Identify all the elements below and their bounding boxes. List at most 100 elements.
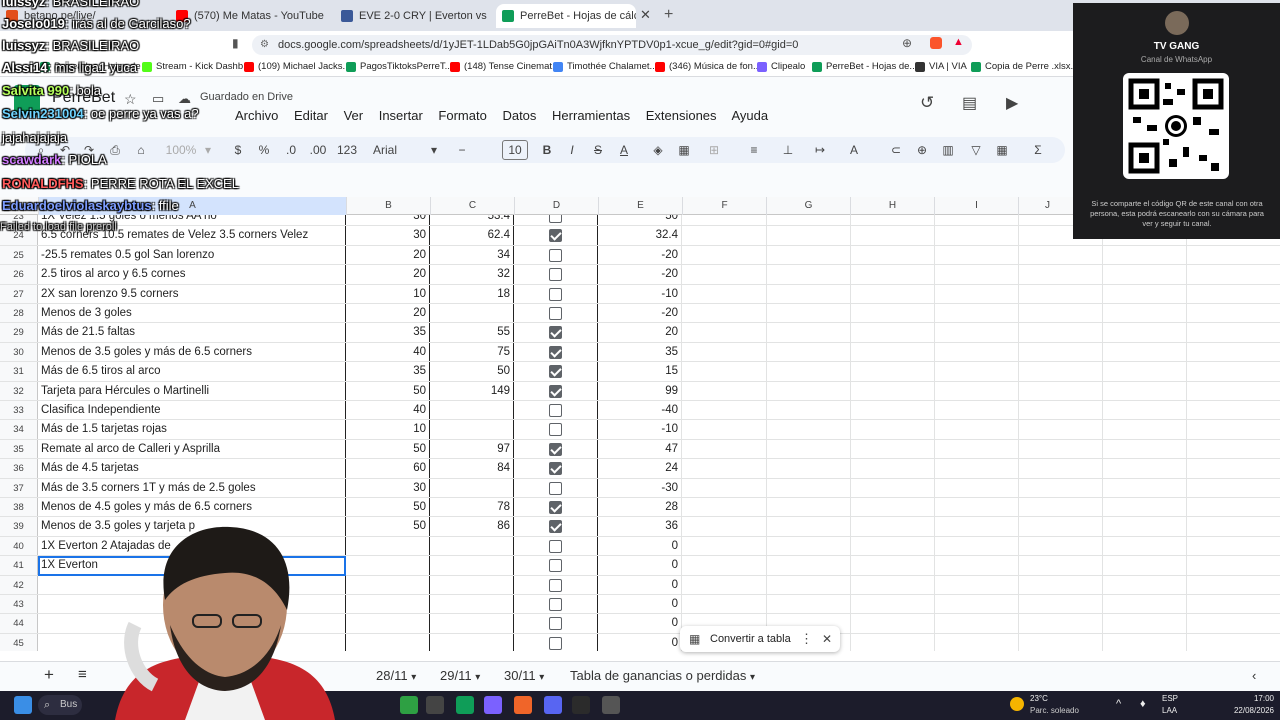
comment-icon[interactable]: ⊕	[915, 141, 929, 159]
row-number[interactable]: 32	[0, 381, 38, 400]
bold-icon[interactable]: B	[540, 141, 554, 159]
table-icon[interactable]: ▦	[995, 141, 1009, 159]
new-tab-icon[interactable]: +	[664, 6, 673, 24]
cell-profit[interactable]: -10	[598, 284, 682, 303]
cell-return[interactable]	[430, 401, 514, 420]
cell-bet-description[interactable]: Menos de 4.5 goles y más de 6.5 corners	[38, 498, 346, 517]
cell-bet-description[interactable]: Más de 3.5 corners 1T y más de 2.5 goles	[38, 478, 346, 497]
close-tab-icon[interactable]: ✕	[640, 8, 651, 22]
functions-icon[interactable]: Σ	[1031, 141, 1045, 159]
cell-return[interactable]	[430, 304, 514, 323]
cell-profit[interactable]: -10	[598, 420, 682, 439]
cell-return[interactable]: 62.4	[430, 226, 514, 245]
cell-won[interactable]	[514, 459, 598, 478]
cell-won[interactable]	[514, 556, 598, 575]
bookmark-item[interactable]: Timothée Chalamet...	[553, 59, 657, 75]
align-icon[interactable]: ≡	[747, 141, 761, 159]
checkbox[interactable]	[549, 384, 562, 398]
cell-stake[interactable]: 50	[346, 439, 430, 459]
column-header-j[interactable]: J	[1018, 197, 1076, 215]
cell-stake[interactable]: 10	[346, 284, 430, 303]
checkbox[interactable]	[549, 287, 562, 301]
cell-profit[interactable]: 50	[598, 215, 682, 226]
cell-stake[interactable]: 30	[346, 478, 430, 497]
obs-icon[interactable]	[602, 696, 620, 714]
app-icon[interactable]	[572, 696, 590, 714]
checkbox[interactable]	[549, 462, 562, 476]
cell-stake[interactable]: 30	[346, 226, 430, 245]
cell-won[interactable]	[514, 245, 598, 265]
checkbox[interactable]	[549, 229, 562, 243]
collapse-icon[interactable]: ‹	[1252, 668, 1256, 683]
cell-bet-description[interactable]: Más de 6.5 tiros al arco	[38, 362, 346, 381]
cell-bet-description[interactable]: Más de 21.5 faltas	[38, 323, 346, 342]
chart-icon[interactable]: ▥	[941, 141, 955, 159]
checkbox[interactable]	[549, 481, 562, 495]
cell-bet-description[interactable]: Más de 1.5 tarjetas rojas	[38, 420, 346, 439]
start-icon[interactable]	[14, 696, 32, 714]
checkbox[interactable]	[549, 578, 562, 592]
cell-won[interactable]	[514, 342, 598, 362]
row-number[interactable]: 39	[0, 517, 38, 536]
app-icon[interactable]	[484, 696, 502, 714]
cell-won[interactable]	[514, 614, 598, 633]
checkbox[interactable]	[549, 404, 562, 417]
italic-icon[interactable]: I	[565, 141, 579, 159]
cell-return[interactable]: 97	[430, 439, 514, 459]
checkbox[interactable]	[549, 539, 562, 553]
clock-time[interactable]: 17:00	[1228, 694, 1274, 703]
row-number[interactable]: 42	[0, 575, 38, 594]
cell-won[interactable]	[514, 284, 598, 303]
column-header-d[interactable]: D	[514, 197, 598, 215]
row-number[interactable]: 34	[0, 420, 38, 439]
cell-stake[interactable]: 50	[346, 498, 430, 517]
cell-won[interactable]	[514, 498, 598, 517]
text-wrap-icon[interactable]: ↦	[813, 141, 827, 159]
row-number[interactable]: 27	[0, 284, 38, 303]
row-number[interactable]: 45	[0, 633, 38, 651]
cell-stake[interactable]: 20	[346, 245, 430, 265]
add-sheet-icon[interactable]: +	[44, 665, 54, 685]
cell-won[interactable]	[514, 226, 598, 245]
cell-won[interactable]	[514, 362, 598, 381]
menu-extensiones[interactable]: Extensiones	[646, 108, 717, 123]
sheet-tab[interactable]: Tabla de ganancias o perdidas ▾	[570, 668, 755, 683]
sheet-tab[interactable]: 30/11 ▾	[504, 668, 544, 683]
filter-icon[interactable]: ▽	[969, 141, 983, 159]
row-number[interactable]: 30	[0, 342, 38, 362]
cell-profit[interactable]: 0	[598, 595, 682, 614]
cell-stake[interactable]: 35	[346, 362, 430, 381]
brave-rewards-icon[interactable]: ▲	[953, 36, 964, 48]
merge-cells-icon[interactable]: ⊞	[707, 141, 721, 159]
checkbox[interactable]	[549, 501, 562, 514]
cell-profit[interactable]: 36	[598, 517, 682, 536]
row-number[interactable]: 33	[0, 401, 38, 420]
cell-return[interactable]	[430, 420, 514, 439]
text-rotation-icon[interactable]: A	[847, 141, 861, 159]
column-header-f[interactable]: F	[682, 197, 766, 215]
cell-won[interactable]	[514, 420, 598, 439]
cell-return[interactable]: 55	[430, 323, 514, 342]
lang-indicator[interactable]: ESP	[1162, 694, 1178, 703]
meet-icon[interactable]: ▶	[1006, 93, 1018, 113]
row-number[interactable]: 36	[0, 459, 38, 478]
cell-bet-description[interactable]: 2X san lorenzo 9.5 corners	[38, 284, 346, 303]
sheet-tab[interactable]: 29/11 ▾	[440, 668, 480, 683]
cell-return[interactable]: 32	[430, 265, 514, 284]
checkbox[interactable]	[549, 365, 562, 379]
cell-return[interactable]: 18	[430, 284, 514, 303]
more-formats-select[interactable]: 123	[335, 141, 359, 159]
strikethrough-icon[interactable]: S	[591, 141, 605, 159]
column-header-g[interactable]: G	[766, 197, 850, 215]
font-size-input[interactable]: 10	[502, 140, 528, 160]
bookmark-item[interactable]: PagosTiktoksPerreT...	[346, 59, 453, 75]
cell-stake[interactable]: 40	[346, 342, 430, 362]
cell-won[interactable]	[514, 401, 598, 420]
bookmark-item[interactable]: PerreBet - Hojas de...	[812, 59, 917, 75]
checkbox[interactable]	[549, 636, 562, 650]
bookmark-item[interactable]: Clipealo	[757, 59, 805, 75]
url-field[interactable]: ⚙ docs.google.com/spreadsheets/d/1yJET-1…	[252, 35, 972, 55]
cell-profit[interactable]: -20	[598, 245, 682, 265]
decrease-font-size-icon[interactable]: −	[455, 141, 469, 159]
cell-return[interactable]: 78	[430, 498, 514, 517]
